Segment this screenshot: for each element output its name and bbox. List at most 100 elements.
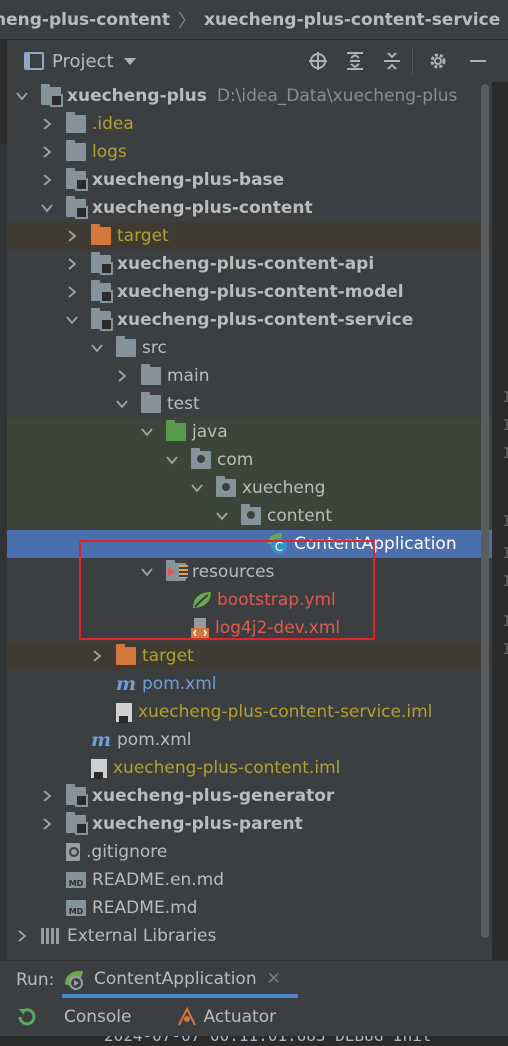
tree-row-label: com — [217, 450, 254, 470]
tree-row-label: xuecheng-plus-content-service — [117, 310, 414, 330]
tree-row[interactable]: xuecheng-plus-content-api — [7, 250, 492, 278]
chevron-right-icon[interactable] — [90, 649, 104, 663]
tree-row-label: .gitignore — [86, 842, 168, 862]
tree-scrollbar[interactable] — [481, 84, 489, 938]
tree-row[interactable]: content — [7, 502, 492, 530]
chevron-down-icon[interactable] — [90, 341, 104, 355]
tree-row[interactable]: src — [7, 334, 492, 362]
module-folder-icon — [91, 252, 113, 275]
tree-row[interactable]: test — [7, 390, 492, 418]
tree-row[interactable]: xuecheng-plus D:\idea_Data\xuecheng-plus — [7, 82, 492, 110]
tree-row[interactable]: xuecheng-plus-parent — [7, 810, 492, 838]
breadcrumb-item[interactable]: heng-plus-content — [0, 10, 170, 30]
gear-icon[interactable] — [426, 49, 450, 73]
tree-row[interactable]: .gitignore — [7, 838, 492, 866]
actuator-tab[interactable]: Actuator — [204, 1007, 277, 1027]
module-folder-icon — [66, 784, 88, 807]
chevron-right-icon[interactable] — [40, 145, 54, 159]
tree-row[interactable]: xuecheng — [7, 474, 492, 502]
tree-row[interactable]: xuecheng-plus-generator — [7, 782, 492, 810]
tree-row[interactable]: com — [7, 446, 492, 474]
tree-row-label: xuecheng-plus-content-api — [117, 254, 375, 274]
console-tab[interactable]: Console — [64, 1007, 132, 1027]
gitignore-file-icon — [66, 843, 80, 861]
package-icon — [241, 504, 261, 525]
tree-row-label: src — [142, 338, 167, 358]
tree-row[interactable]: MD README.md — [7, 894, 492, 922]
tree-row[interactable]: target — [7, 642, 492, 670]
tree-row[interactable]: xuecheng-plus-content-service — [7, 306, 492, 334]
tree-row[interactable]: MD README.en.md — [7, 866, 492, 894]
chevron-right-icon[interactable] — [40, 173, 54, 187]
chevron-down-icon[interactable] — [40, 201, 54, 215]
test-source-folder-icon — [166, 420, 186, 441]
folder-icon — [66, 112, 86, 133]
chevron-down-icon[interactable] — [140, 425, 154, 439]
chevron-right-icon[interactable] — [40, 789, 54, 803]
chevron-right-icon[interactable] — [115, 369, 129, 383]
chevron-down-icon[interactable] — [190, 481, 204, 495]
expand-all-icon[interactable] — [343, 49, 367, 73]
tree-row-label: .idea — [92, 114, 134, 134]
chevron-down-icon[interactable] — [15, 89, 29, 103]
project-tree: xuecheng-plus D:\idea_Data\xuecheng-plus.… — [7, 82, 492, 960]
tree-row[interactable]: xuecheng-plus-base — [7, 166, 492, 194]
chevron-right-icon[interactable] — [15, 929, 29, 943]
chevron-down-icon[interactable] — [215, 509, 229, 523]
tree-row-label: xuecheng-plus-content-model — [117, 282, 404, 302]
tree-row[interactable]: logs — [7, 138, 492, 166]
libraries-icon — [41, 928, 61, 944]
chevron-right-icon[interactable] — [65, 229, 79, 243]
line-number: 1 — [502, 612, 508, 630]
rerun-icon[interactable] — [16, 1006, 38, 1028]
chevron-right-icon[interactable] — [40, 117, 54, 131]
chevron-down-icon[interactable] — [65, 313, 79, 327]
collapse-all-icon[interactable] — [380, 49, 404, 73]
line-number: 1 — [502, 444, 508, 462]
tree-row[interactable]: .idea — [7, 110, 492, 138]
console-toolbar: Console Actuator — [0, 998, 508, 1036]
tree-row[interactable]: m pom.xml — [7, 670, 492, 698]
chevron-right-icon[interactable] — [65, 257, 79, 271]
locate-icon[interactable] — [306, 49, 330, 73]
minimize-icon[interactable] — [466, 49, 490, 73]
chevron-right-icon: 〉 — [177, 10, 196, 32]
tree-row-label: target — [117, 226, 169, 246]
tree-row[interactable]: main — [7, 362, 492, 390]
project-panel-title[interactable]: Project — [52, 51, 114, 72]
maven-icon: m — [116, 673, 137, 695]
caret-down-icon[interactable] — [123, 57, 136, 65]
line-number: 1 — [502, 544, 508, 562]
folder-icon — [66, 140, 86, 161]
run-config-tab[interactable]: ContentApplication ✕ — [62, 960, 298, 998]
tree-row[interactable]: java — [7, 418, 492, 446]
tree-row[interactable]: xuecheng-plus-content — [7, 194, 492, 222]
tree-row-label: README.en.md — [92, 870, 225, 890]
tree-row[interactable]: xuecheng-plus-content-service.iml — [7, 698, 492, 726]
tree-row[interactable]: target — [7, 222, 492, 250]
tree-row[interactable]: xuecheng-plus-content-model — [7, 278, 492, 306]
tree-row[interactable]: External Libraries — [7, 922, 492, 950]
tree-row-label: content — [267, 506, 333, 526]
close-icon[interactable]: ✕ — [267, 969, 281, 989]
project-icon — [24, 52, 44, 70]
chevron-down-icon[interactable] — [115, 397, 129, 411]
breadcrumb-item[interactable]: xuecheng-plus-content-service — [204, 10, 500, 30]
folder-icon — [116, 336, 136, 357]
iml-file-icon — [91, 758, 107, 779]
tree-row[interactable]: xuecheng-plus-content.iml — [7, 754, 492, 782]
chevron-down-icon[interactable] — [165, 453, 179, 467]
tree-row-label: External Libraries — [67, 926, 217, 946]
tree-row-label: xuecheng-plus-parent — [92, 814, 303, 834]
tree-row-label: xuecheng — [242, 478, 326, 498]
chevron-right-icon[interactable] — [65, 285, 79, 299]
tree-row[interactable]: m pom.xml — [7, 726, 492, 754]
run-label: Run: — [16, 969, 55, 990]
tree-row-label: xuecheng-plus-content.iml — [113, 758, 341, 778]
tree-row-label: pom.xml — [117, 730, 192, 750]
line-number: 1 — [502, 640, 508, 658]
console-output: 2024-07-07 00:11:01.683 DEBUG Init — [0, 1036, 508, 1046]
tree-row-label: xuecheng-plus — [67, 86, 207, 106]
excluded-folder-icon — [116, 644, 136, 665]
chevron-right-icon[interactable] — [40, 817, 54, 831]
